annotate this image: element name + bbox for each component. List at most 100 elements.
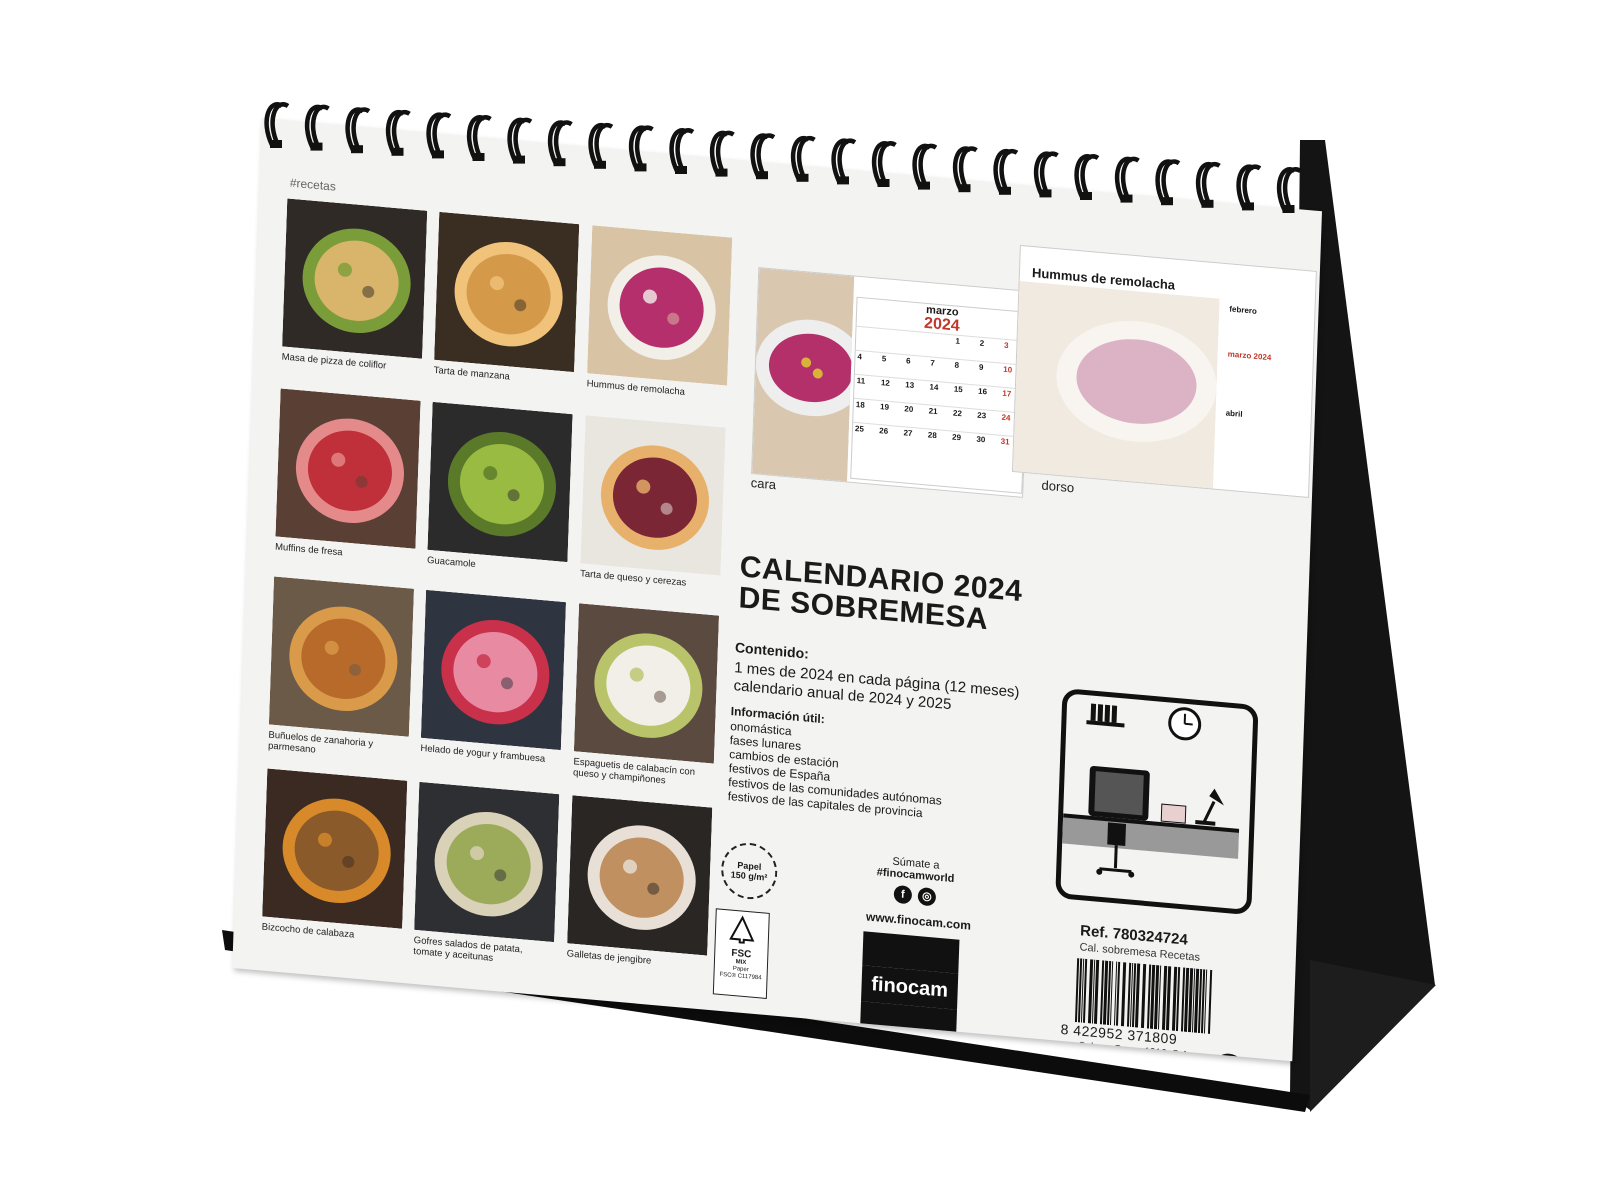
waffles-photo (414, 781, 560, 943)
guacamole-photo (427, 401, 573, 563)
website-link[interactable]: www.finocam.com (866, 909, 971, 932)
recipe-card: Tarta de manzana (434, 211, 580, 388)
recipe-card: Hummus de remolacha (587, 225, 733, 401)
mini-cal-day: 11 (854, 373, 880, 400)
spiral-coil (588, 122, 614, 169)
fritters-photo (268, 576, 415, 737)
preview-back: Hummus de remolacha febrero marzo 2024 a… (1011, 244, 1317, 499)
tree-icon (729, 915, 755, 944)
mini-cal-day: 30 (973, 432, 999, 459)
spiral-coil (466, 115, 492, 161)
side-month-mar: marzo 2024 (1227, 349, 1272, 363)
mini-cal-day: 20 (901, 402, 927, 429)
spiral-binding (264, 102, 1302, 213)
desk-usage-icon (1055, 687, 1259, 916)
mini-cal-day: 15 (951, 382, 977, 409)
mini-cal-day: 23 (974, 408, 1000, 435)
fsc-logo: FSC MIX Paper FSC® C117984 (712, 908, 770, 999)
apple-tart-photo (434, 211, 580, 373)
recipe-card: Masa de pizza de coliflor (282, 198, 428, 374)
spiral-coil (1114, 156, 1140, 203)
cheesecake-photo (580, 415, 726, 576)
spiral-coil (750, 133, 776, 180)
mini-cal-day: 22 (950, 406, 976, 433)
spiral-coil (1033, 151, 1059, 198)
mini-cal-day: 2 (977, 336, 1003, 363)
spiral-coil (912, 143, 938, 190)
mini-cal-day: 28 (925, 428, 951, 455)
spiral-coil (993, 148, 1019, 195)
calendar-back-page: #recetas Masa de pizza de coliflor Tarta … (232, 118, 1322, 1062)
muffins-photo (275, 388, 421, 549)
spiral-coil (264, 102, 290, 148)
mini-cal-day: 18 (853, 397, 879, 424)
mini-cal-day: 8 (952, 358, 978, 385)
recipe-card: Muffins de fresa (275, 388, 421, 564)
spiral-coil (628, 125, 654, 172)
spiral-coil (831, 138, 857, 185)
spiral-coil (1276, 167, 1302, 213)
spiral-coil (426, 112, 452, 159)
spiral-coil (304, 104, 330, 151)
mini-cal-day: 13 (902, 378, 928, 405)
spiral-coil (1074, 154, 1100, 200)
spiral-coil (1236, 164, 1262, 211)
front-label: cara (750, 475, 777, 493)
instagram-icon[interactable]: ◎ (917, 886, 937, 907)
side-month-apr: abril (1225, 408, 1243, 419)
back-label: dorso (1041, 477, 1075, 496)
hummus-photo (587, 225, 733, 386)
spiral-coil (871, 141, 897, 187)
spiral-coil (709, 130, 735, 177)
product-title: CALENDARIO 2024 DE SOBREMESA (738, 550, 1023, 638)
spiral-coil (669, 128, 695, 174)
paper-weight-badge: Papel 150 g/m² (720, 840, 779, 902)
recipe-card: Tarta de queso y cerezas (580, 415, 726, 591)
barcode-bar (1207, 969, 1213, 1034)
spiral-coil (385, 109, 411, 156)
mini-calendar-front: marzo 2024 1 2 3 4 5 6 7 8 9 10 11 12 13 14 15 16 17 18 19… (850, 296, 1029, 494)
facebook-icon[interactable]: f (893, 884, 913, 905)
recipe-card: Gofres salados de patata, tomate y aceit… (413, 781, 560, 969)
mini-cal-day: 14 (926, 380, 953, 407)
spiral-coil (345, 107, 371, 154)
mini-cal-day: 19 (877, 399, 903, 427)
side-month-feb: febrero (1229, 304, 1258, 316)
mini-cal-grid: 1 2 3 4 5 6 7 8 9 10 11 12 13 14 15 16 17 18 19 20 21 22 23 24 2… (852, 325, 1027, 461)
office-desk-icon (1062, 703, 1240, 878)
spiral-coil (952, 146, 978, 193)
hummus-thumb-icon (752, 268, 866, 482)
mini-cal-day: 1 (952, 334, 978, 361)
barcode-bar (1120, 962, 1127, 1027)
mini-cal-day: 12 (878, 375, 904, 403)
mini-cal-day: 21 (926, 404, 952, 431)
spiral-coil (547, 120, 573, 167)
pizza-photo (282, 198, 428, 359)
info-list: onomástica fases lunares cambios de esta… (728, 719, 944, 822)
icecream-photo (420, 589, 567, 751)
mini-cal-day (855, 325, 881, 352)
mini-cal-day: 7 (927, 356, 953, 383)
mini-cal-day: 9 (976, 360, 1002, 387)
mini-cal-day: 4 (854, 349, 881, 376)
spiral-coil (1155, 159, 1181, 206)
mini-cal-day: 6 (903, 354, 929, 381)
preview-front: marzo 2024 1 2 3 4 5 6 7 8 9 10 11 12 13 14 15 16 17 18 19… (751, 267, 1031, 498)
recipe-card: Helado de yogur y frambuesa (420, 589, 567, 766)
gingerbread-photo (567, 795, 713, 956)
recipe-card: Bizcocho de calabaza (262, 768, 408, 944)
hummus-back-thumb-icon (1012, 280, 1220, 489)
mini-cal-day: 29 (949, 430, 975, 457)
spiral-coil (507, 117, 533, 164)
mini-cal-day: 25 (852, 421, 878, 448)
recipe-card: Guacamole (427, 401, 573, 578)
mini-cal-day (880, 327, 906, 355)
recipe-card: Espaguetis de calabacín con queso y cham… (573, 603, 720, 790)
mini-cal-day: 5 (879, 351, 905, 379)
mini-cal-day (904, 330, 930, 357)
pumpkin-cake-photo (262, 768, 408, 929)
mini-cal-day: 16 (975, 384, 1001, 411)
mini-cal-day: 27 (900, 426, 927, 453)
barcode-bar (1140, 963, 1147, 1029)
zucchini-noodles-photo (573, 603, 720, 764)
